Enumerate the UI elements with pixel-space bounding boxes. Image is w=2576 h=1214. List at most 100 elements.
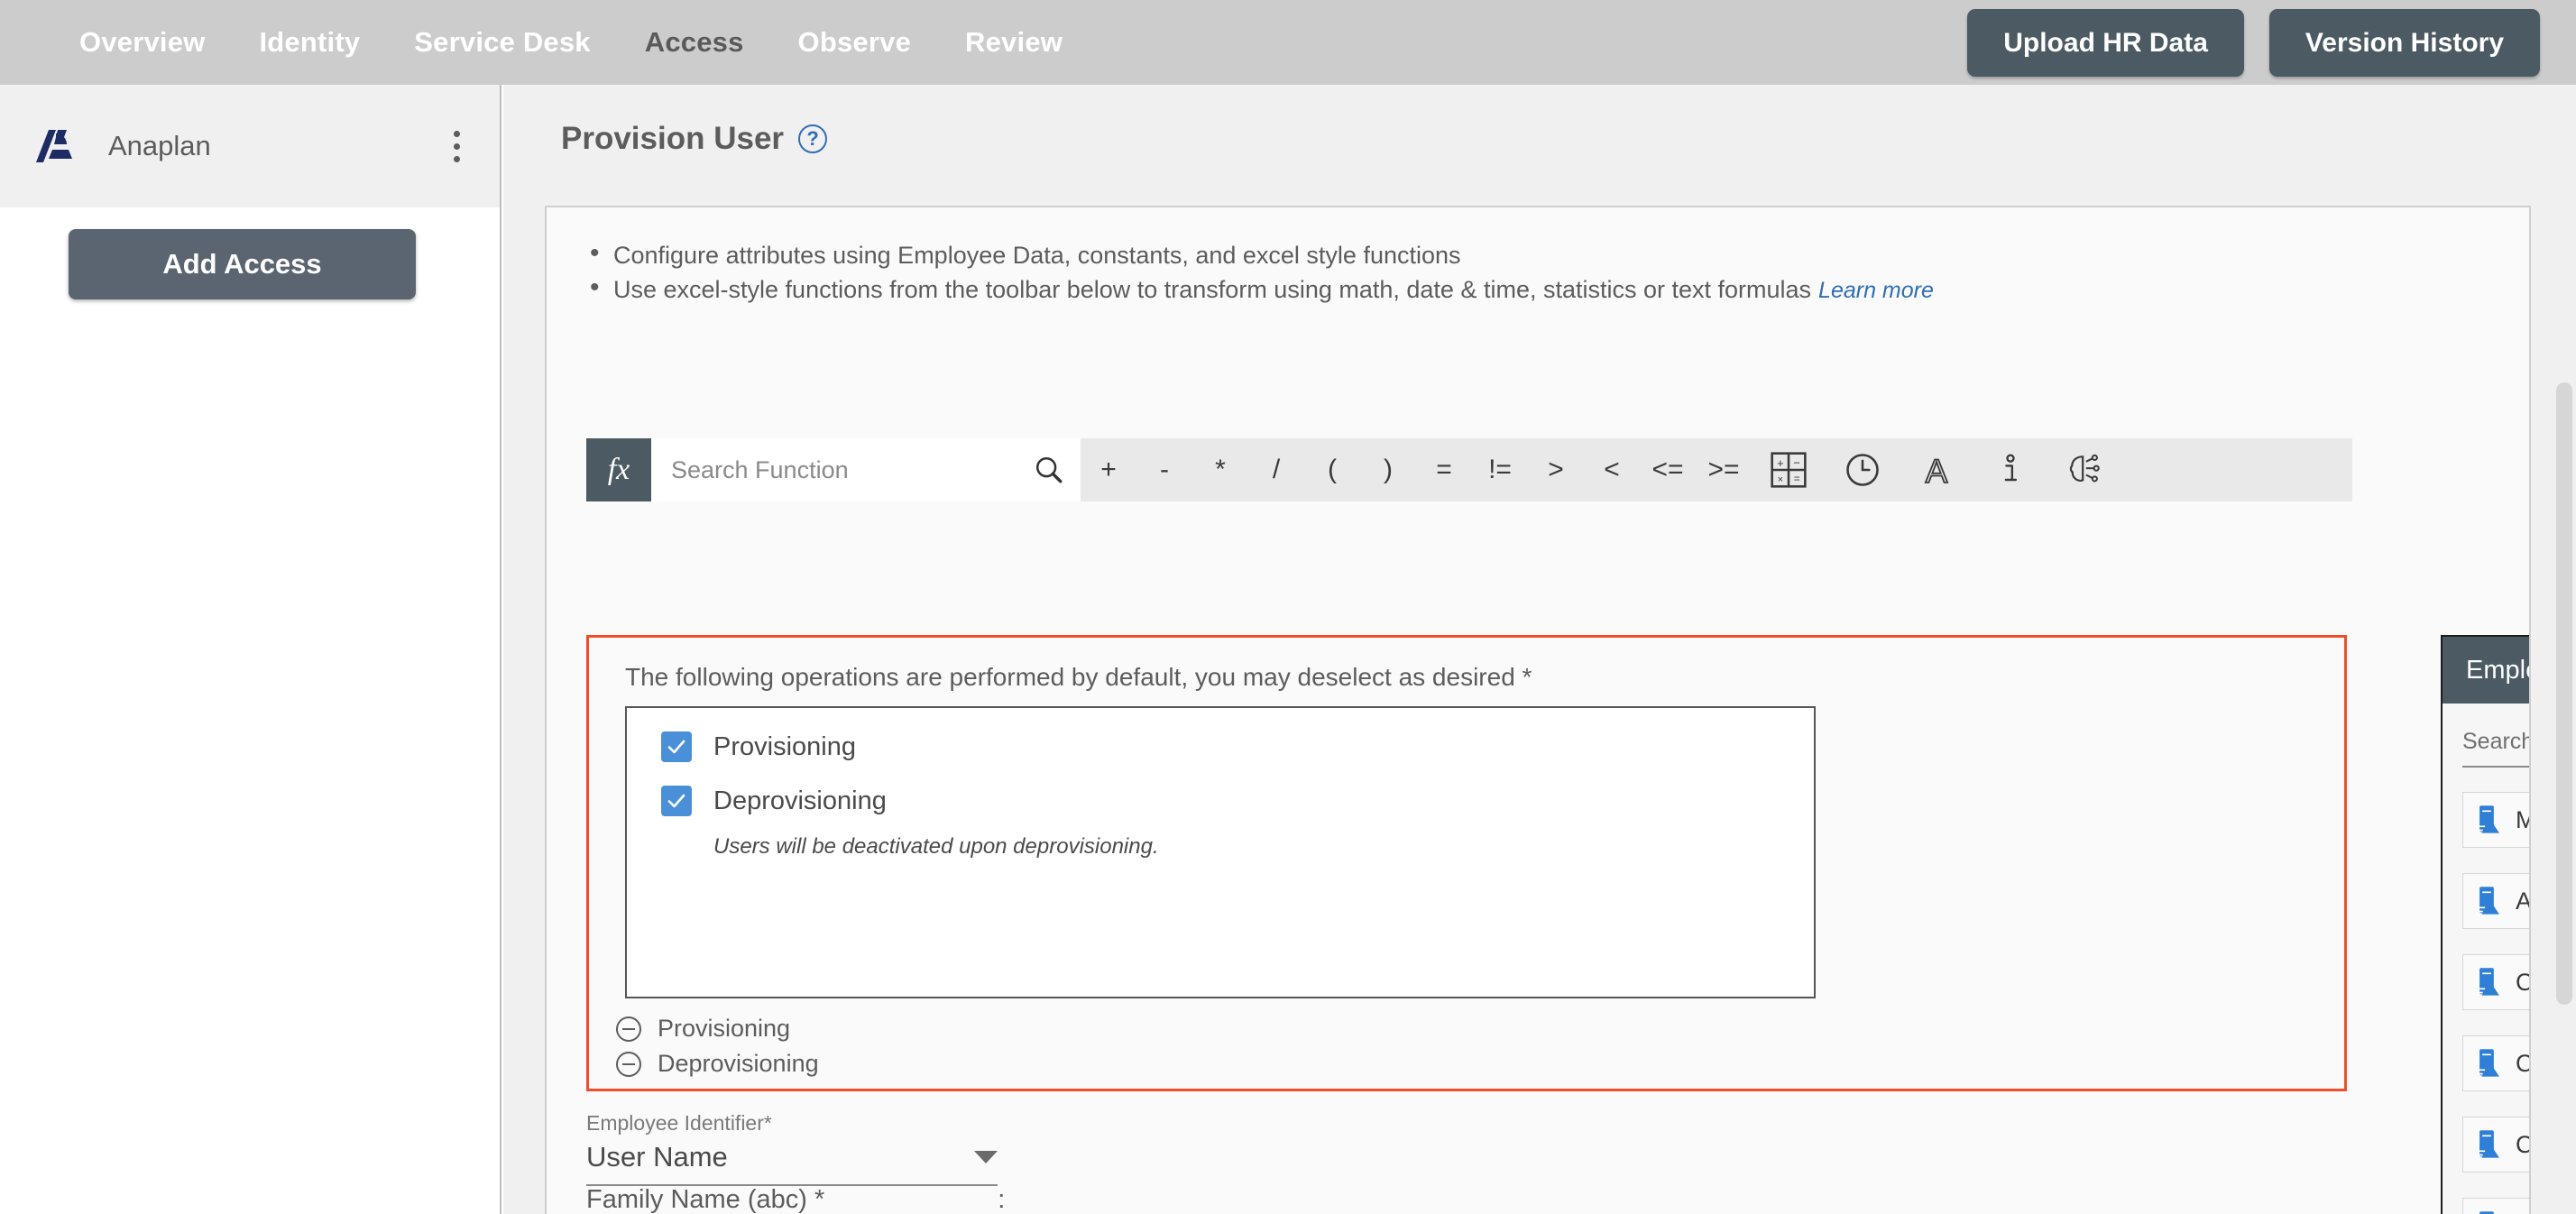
employee-identifier-field: Employee Identifier* User Name bbox=[586, 1111, 998, 1186]
operator-buttons: + - * / ( ) = != > < <= >= + − × = A bbox=[1081, 438, 2121, 501]
text-functions-icon[interactable]: A bbox=[1900, 438, 1973, 501]
instruction-text: Configure attributes using Employee Data… bbox=[613, 242, 1461, 269]
add-access-wrapper: Add Access bbox=[0, 207, 500, 299]
employee-identifier-select[interactable]: User Name bbox=[586, 1141, 998, 1186]
source-field-list: Mail (abc) Alias (mailNickName) (abc) bbox=[2443, 792, 2531, 1214]
source-field-icon bbox=[2477, 1049, 2499, 1077]
search-icon[interactable] bbox=[1034, 455, 1064, 485]
svg-text:−: − bbox=[1793, 455, 1800, 469]
collapse-label-provisioning: Provisioning bbox=[658, 1015, 791, 1042]
add-access-button[interactable]: Add Access bbox=[69, 229, 416, 299]
operator-greater-equal[interactable]: >= bbox=[1696, 438, 1752, 501]
operator-not-equals[interactable]: != bbox=[1472, 438, 1528, 501]
version-history-button[interactable]: Version History bbox=[2268, 8, 2540, 77]
list-item[interactable]: City (l) (abc) bbox=[2462, 954, 2529, 1010]
chevron-down-icon[interactable] bbox=[974, 1151, 998, 1163]
source-field-name: Alias (mailNickName) bbox=[2516, 887, 2531, 915]
top-navigation-bar: Overview Identity Service Desk Access Ob… bbox=[0, 0, 2576, 85]
search-function-field[interactable] bbox=[651, 438, 1081, 501]
anaplan-logo-icon bbox=[36, 130, 72, 162]
checkmark-icon bbox=[667, 794, 685, 808]
family-name-row: Family Name (abc) * : bbox=[586, 1185, 1005, 1214]
learn-more-link[interactable]: Learn more bbox=[1818, 278, 1934, 303]
operations-heading: The following operations are performed b… bbox=[625, 663, 1532, 691]
kebab-dot bbox=[453, 143, 460, 150]
deprovisioning-note: Users will be deactivated upon deprovisi… bbox=[713, 834, 1159, 859]
help-icon[interactable]: ? bbox=[798, 124, 828, 153]
source-field-icon bbox=[2477, 1130, 2499, 1158]
search-function-input[interactable] bbox=[671, 455, 1034, 484]
ai-functions-icon[interactable] bbox=[2047, 438, 2121, 501]
operator-equals[interactable]: = bbox=[1416, 438, 1472, 501]
nav-item-service-desk[interactable]: Service Desk bbox=[387, 26, 617, 59]
header-actions: Upload HR Data Version History bbox=[1967, 8, 2540, 77]
list-item[interactable]: Common Name (cn) (abc) bbox=[2462, 1035, 2529, 1091]
checkmark-icon bbox=[667, 740, 685, 754]
employee-data-panel: Employee Data Mail (abc) bbox=[2441, 635, 2531, 1214]
operator-less-than[interactable]: < bbox=[1584, 438, 1640, 501]
checkbox-provisioning[interactable] bbox=[661, 731, 692, 762]
family-name-label: Family Name (abc) * bbox=[586, 1185, 825, 1214]
collapse-row-provisioning[interactable]: Provisioning bbox=[616, 1015, 819, 1043]
list-item[interactable]: Mail (abc) bbox=[2462, 792, 2529, 848]
svg-text:+: + bbox=[1777, 456, 1784, 470]
source-field-search-input[interactable] bbox=[2462, 729, 2529, 755]
upload-hr-data-button[interactable]: Upload HR Data bbox=[1967, 8, 2244, 77]
operator-divide[interactable]: / bbox=[1248, 438, 1304, 501]
source-field-icon bbox=[2477, 887, 2499, 915]
operator-greater-than[interactable]: > bbox=[1528, 438, 1584, 501]
page-title-row: Provision User ? bbox=[503, 85, 2576, 157]
minus-bar bbox=[622, 1027, 635, 1030]
source-field-icon bbox=[2477, 968, 2499, 996]
nav-item-review[interactable]: Review bbox=[938, 26, 1090, 59]
page-scrollbar-thumb[interactable] bbox=[2556, 382, 2572, 1005]
default-operations-section: The following operations are performed b… bbox=[586, 635, 2347, 1091]
operator-open-paren[interactable]: ( bbox=[1304, 438, 1360, 501]
list-item[interactable]: Company (company) (abc) bbox=[2462, 1117, 2529, 1173]
operations-checkbox-box: Provisioning Deprovisioning Users will b… bbox=[625, 706, 1816, 998]
source-field-icon bbox=[2477, 805, 2499, 833]
svg-text:×: × bbox=[1778, 474, 1783, 485]
operator-plus[interactable]: + bbox=[1081, 438, 1136, 501]
page-title: Provision User bbox=[561, 121, 785, 156]
minus-bar bbox=[622, 1062, 635, 1065]
employee-data-title: Employee Data bbox=[2443, 637, 2529, 704]
list-item[interactable]: Alias (mailNickName) (abc) bbox=[2462, 873, 2531, 929]
nav-item-observe[interactable]: Observe bbox=[771, 26, 938, 59]
circle-minus-icon[interactable] bbox=[616, 1016, 641, 1042]
circle-minus-icon[interactable] bbox=[616, 1051, 641, 1077]
instructions-list: Configure attributes using Employee Data… bbox=[547, 207, 2529, 308]
collapse-sections: Provisioning Deprovisioning bbox=[616, 1015, 819, 1085]
employee-identifier-value: User Name bbox=[586, 1141, 728, 1173]
math-functions-icon[interactable]: + − × = bbox=[1752, 438, 1826, 501]
svg-text:=: = bbox=[1794, 473, 1800, 485]
fx-icon[interactable]: fx bbox=[586, 438, 651, 501]
provision-user-card: Configure attributes using Employee Data… bbox=[545, 206, 2531, 1214]
employee-identifier-label: Employee Identifier* bbox=[586, 1111, 772, 1135]
kebab-dot bbox=[453, 155, 460, 162]
page-scrollbar[interactable] bbox=[2553, 85, 2576, 1214]
operator-multiply[interactable]: * bbox=[1192, 438, 1248, 501]
nav-item-access[interactable]: Access bbox=[618, 26, 771, 59]
operator-minus[interactable]: - bbox=[1136, 438, 1192, 501]
date-time-functions-icon[interactable] bbox=[1826, 438, 1900, 501]
info-functions-icon[interactable] bbox=[1973, 438, 2047, 501]
checkbox-row-deprovisioning[interactable]: Deprovisioning bbox=[627, 762, 1814, 816]
nav-item-identity[interactable]: Identity bbox=[232, 26, 387, 59]
source-field-name: Common Name (cn) bbox=[2516, 1050, 2529, 1078]
collapse-row-deprovisioning[interactable]: Deprovisioning bbox=[616, 1050, 819, 1078]
source-field-icon bbox=[2479, 1211, 2494, 1214]
operator-less-equal[interactable]: <= bbox=[1640, 438, 1696, 501]
checkbox-row-provisioning[interactable]: Provisioning bbox=[627, 708, 1814, 762]
checkbox-deprovisioning[interactable] bbox=[661, 786, 692, 816]
app-options-kebab-icon[interactable] bbox=[444, 125, 469, 167]
app-card-anaplan[interactable]: Anaplan bbox=[0, 85, 500, 207]
operator-close-paren[interactable]: ) bbox=[1360, 438, 1416, 501]
list-item[interactable]: Country Name (c) (abc) bbox=[2462, 1198, 2529, 1214]
instruction-item: Configure attributes using Employee Data… bbox=[586, 236, 2529, 272]
source-field-search[interactable] bbox=[2462, 729, 2529, 768]
main-content: Provision User ? Configure attributes us… bbox=[503, 85, 2576, 1214]
app-name-label: Anaplan bbox=[108, 130, 211, 161]
nav-item-overview[interactable]: Overview bbox=[52, 26, 232, 59]
collapse-label-deprovisioning: Deprovisioning bbox=[658, 1050, 819, 1077]
